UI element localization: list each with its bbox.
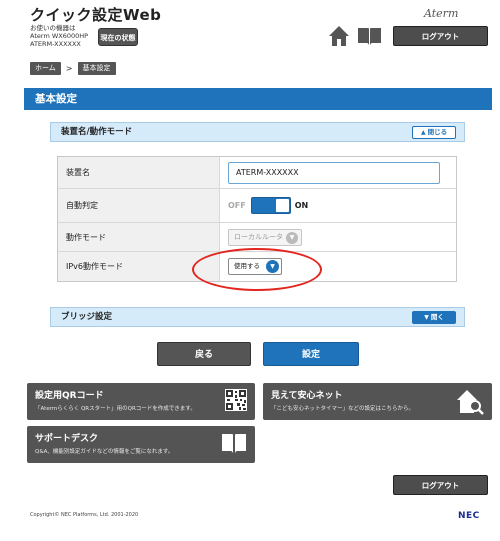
- row-device-name: 装置名 ATERM-XXXXXX: [58, 157, 456, 189]
- nec-logo: NEC: [458, 511, 480, 521]
- device-name: ATERM-XXXXXX: [30, 40, 81, 48]
- switch-off-label: OFF: [228, 201, 246, 210]
- device-name-label: 装置名: [58, 157, 220, 188]
- section-bridge: ブリッジ設定 ▼ 開く: [50, 307, 465, 327]
- switch-knob: [275, 199, 289, 212]
- support-desk-tile[interactable]: サポートデスク Q&A、機能別設定ガイドなどの情報をご覧になれます。: [27, 426, 255, 463]
- section-device-mode-label: 装置名/動作モード: [61, 127, 133, 137]
- collapse-button[interactable]: ▲ 閉じる: [412, 126, 456, 139]
- back-button[interactable]: 戻る: [157, 342, 251, 366]
- device-info-line: お使いの機器は: [30, 24, 76, 32]
- operation-mode-select: ローカルルータ ▼: [228, 228, 302, 246]
- expand-label: 開く: [430, 313, 444, 321]
- ipv6-mode-label: IPv6動作モード: [58, 252, 220, 281]
- breadcrumb: ホーム > 基本設定: [30, 62, 116, 75]
- header: クイック設定Web お使いの機器は Aterm WX6000HP ATERM-X…: [0, 0, 500, 55]
- expand-button[interactable]: ▼ 開く: [412, 311, 456, 324]
- section-bridge-label: ブリッジ設定: [61, 312, 113, 322]
- qr-code-icon: [225, 389, 247, 411]
- app-title: クイック設定Web: [30, 6, 162, 24]
- auto-detect-label: 自動判定: [58, 189, 220, 222]
- aterm-logo: Aterm: [424, 7, 459, 20]
- device-name-input[interactable]: ATERM-XXXXXX: [228, 161, 440, 184]
- breadcrumb-current: 基本設定: [77, 62, 116, 75]
- support-desk-desc: Q&A、機能別設定ガイドなどの情報をご覧になれます。: [35, 449, 174, 455]
- qr-code-desc: 「Atermらくらく QRスタート」用のQRコードを作成できます。: [35, 406, 196, 412]
- mieru-net-desc: 「こども安心ネットタイマー」などの設定はこちらから。: [271, 406, 415, 412]
- qr-code-title: 設定用QRコード: [35, 391, 104, 401]
- settings-table: 装置名 ATERM-XXXXXX 自動判定 OFF ON 動作モード ローカルル…: [57, 156, 457, 282]
- auto-detect-switch[interactable]: [250, 197, 291, 214]
- chevron-down-icon: ▼: [266, 260, 279, 273]
- home-icon[interactable]: [328, 25, 350, 47]
- book-icon: [222, 434, 246, 453]
- current-status-button[interactable]: 現在の状態: [98, 28, 138, 46]
- row-auto-detect: 自動判定 OFF ON: [58, 189, 456, 223]
- operation-mode-value: ローカルルータ: [234, 232, 283, 241]
- row-operation-mode: 動作モード ローカルルータ ▼: [58, 223, 456, 252]
- row-ipv6-mode: IPv6動作モード 使用する ▼: [58, 252, 456, 281]
- mieru-net-title: 見えて安心ネット: [271, 391, 343, 401]
- logout-button-bottom[interactable]: ログアウト: [393, 475, 488, 495]
- section-device-mode: 装置名/動作モード ▲ 閉じる: [50, 122, 465, 142]
- qr-code-tile[interactable]: 設定用QRコード 「Atermらくらく QRスタート」用のQRコードを作成できま…: [27, 383, 255, 420]
- device-info: お使いの機器は Aterm WX6000HP ATERM-XXXXXX: [30, 24, 88, 48]
- chevron-down-icon: ▼: [286, 231, 298, 244]
- device-model: Aterm WX6000HP: [30, 32, 89, 40]
- support-desk-title: サポートデスク: [35, 434, 99, 444]
- operation-mode-label: 動作モード: [58, 223, 220, 251]
- ipv6-mode-cell: 使用する ▼: [220, 252, 456, 281]
- collapse-label: 閉じる: [427, 128, 448, 136]
- copyright: Copyright© NEC Platforms, Ltd. 2001-2020: [30, 512, 139, 518]
- switch-on-label: ON: [294, 201, 309, 210]
- book-icon[interactable]: [357, 26, 382, 46]
- home-search-icon: [457, 390, 484, 415]
- breadcrumb-separator: >: [65, 64, 73, 73]
- chevron-down-icon: ▼: [424, 314, 429, 321]
- auto-detect-cell: OFF ON: [220, 189, 456, 222]
- operation-mode-cell: ローカルルータ ▼: [220, 223, 456, 251]
- breadcrumb-home[interactable]: ホーム: [30, 62, 61, 75]
- mieru-net-tile[interactable]: 見えて安心ネット 「こども安心ネットタイマー」などの設定はこちらから。: [263, 383, 492, 420]
- device-name-cell: ATERM-XXXXXX: [220, 157, 456, 188]
- page-title: 基本設定: [24, 88, 492, 110]
- chevron-up-icon: ▲: [420, 129, 426, 136]
- apply-button[interactable]: 設定: [263, 342, 359, 366]
- logout-button[interactable]: ログアウト: [393, 26, 488, 46]
- ipv6-mode-select[interactable]: 使用する ▼: [228, 258, 282, 275]
- ipv6-mode-value: 使用する: [234, 262, 260, 270]
